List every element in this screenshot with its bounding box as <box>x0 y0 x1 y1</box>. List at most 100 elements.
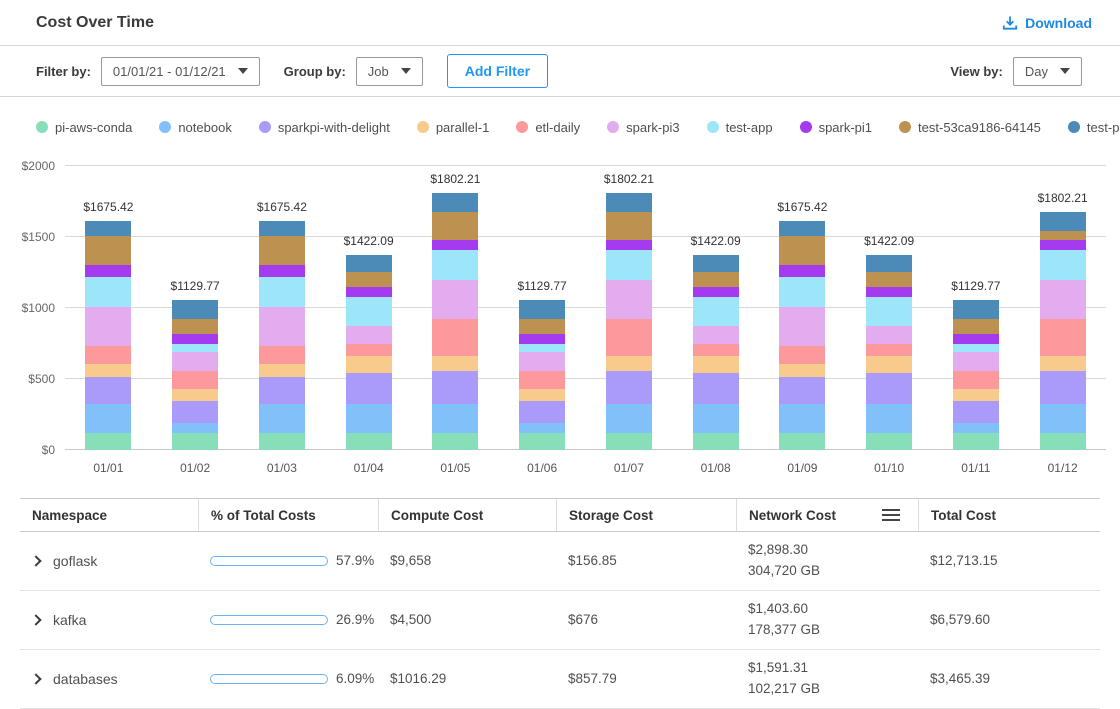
stacked-bar-01/05[interactable] <box>432 193 478 450</box>
bar-segment-test-app <box>172 344 218 352</box>
bar-segment-test-pkix <box>85 221 131 236</box>
bar-segment-test-app <box>1040 250 1086 280</box>
legend-item-pi-aws-conda[interactable]: pi-aws-conda <box>36 120 132 135</box>
bar-segment-test-app <box>432 250 478 280</box>
chevron-right-icon[interactable] <box>30 614 41 625</box>
legend-item-sparkpi-with-delight[interactable]: sparkpi-with-delight <box>259 120 390 135</box>
bar-segment-spark-pi3 <box>606 280 652 319</box>
bar-slot-01/04: $1422.0901/04 <box>325 166 412 450</box>
stacked-bar-01/01[interactable] <box>85 221 131 450</box>
chevron-down-icon <box>401 68 411 74</box>
storage-cost-cell: $857.79 <box>556 663 736 694</box>
chevron-right-icon[interactable] <box>30 555 41 566</box>
stacked-bar-01/09[interactable] <box>779 221 825 450</box>
y-axis-label: $1000 <box>22 301 55 315</box>
compute-cost-cell: $9,658 <box>378 545 556 576</box>
legend-item-label: parallel-1 <box>436 120 489 135</box>
bar-segment-parallel-1 <box>779 364 825 376</box>
bar-segment-sparkpi-with-delight <box>85 377 131 405</box>
bar-segment-spark-pi3 <box>85 307 131 346</box>
date-range-select[interactable]: 01/01/21 - 01/12/21 <box>101 57 260 86</box>
bar-segment-parallel-1 <box>259 364 305 376</box>
bar-segment-parallel-1 <box>432 356 478 371</box>
bar-segment-pi-aws-conda <box>259 433 305 450</box>
stacked-bar-01/11[interactable] <box>953 300 999 450</box>
bar-segment-parallel-1 <box>1040 356 1086 371</box>
bar-segment-spark-pi3 <box>519 352 565 371</box>
bar-segment-test-app <box>606 250 652 280</box>
network-cost-value: $1,403.60 <box>748 599 906 620</box>
stacked-bar-01/06[interactable] <box>519 300 565 450</box>
bar-segment-test-pkix <box>259 221 305 236</box>
group-by-value: Job <box>368 64 389 79</box>
bar-segment-spark-pi1 <box>519 334 565 344</box>
bar-segment-test-app <box>259 277 305 307</box>
stacked-bar-01/08[interactable] <box>693 255 739 450</box>
bar-segment-pi-aws-conda <box>432 433 478 450</box>
y-axis-label: $0 <box>42 443 55 457</box>
date-range-value: 01/01/21 - 01/12/21 <box>113 64 226 79</box>
stacked-bar-01/12[interactable] <box>1040 212 1086 450</box>
legend-item-test-app[interactable]: test-app <box>707 120 773 135</box>
legend-item-parallel-1[interactable]: parallel-1 <box>417 120 489 135</box>
view-by-select[interactable]: Day <box>1013 57 1082 86</box>
bar-segment-test-app <box>346 297 392 325</box>
bar-segment-test-pkix <box>172 300 218 319</box>
bar-segment-sparkpi-with-delight <box>519 401 565 423</box>
bar-segment-sparkpi-with-delight <box>693 373 739 405</box>
percent-value: 26.9% <box>336 612 374 627</box>
bar-segment-test-app <box>519 344 565 352</box>
network-cost-value: $2,898.30 <box>748 540 906 561</box>
x-axis-label: 01/03 <box>267 461 297 475</box>
table-row-kafka[interactable]: kafka26.9%$4,500$676$1,403.60178,377 GB$… <box>20 591 1100 650</box>
legend-item-etl-daily[interactable]: etl-daily <box>516 120 580 135</box>
legend-item-spark-pi1[interactable]: spark-pi1 <box>800 120 872 135</box>
legend-dot-icon <box>800 121 812 133</box>
percent-value: 6.09% <box>336 671 374 686</box>
bar-segment-test-pkix <box>346 255 392 273</box>
bar-slot-01/06: $1129.7701/06 <box>499 166 586 450</box>
bar-value-label: $1422.09 <box>344 234 394 248</box>
stacked-bar-01/03[interactable] <box>259 221 305 450</box>
network-cost-value: $1,591.31 <box>748 658 906 679</box>
y-axis-label: $500 <box>28 372 55 386</box>
total-cost-cell: $12,713.15 <box>918 545 1100 576</box>
legend-item-test-53ca9186-64145[interactable]: test-53ca9186-64145 <box>899 120 1041 135</box>
table-row-databases[interactable]: databases6.09%$1016.29$857.79$1,591.3110… <box>20 650 1100 709</box>
legend-item-notebook[interactable]: notebook <box>159 120 232 135</box>
menu-icon[interactable] <box>882 509 900 521</box>
stacked-bar-01/04[interactable] <box>346 255 392 450</box>
bar-segment-notebook <box>953 423 999 433</box>
bar-slot-01/03: $1675.4201/03 <box>239 166 326 450</box>
x-axis-label: 01/10 <box>874 461 904 475</box>
chevron-right-icon[interactable] <box>30 673 41 684</box>
bar-segment-sparkpi-with-delight <box>953 401 999 423</box>
bar-segment-notebook <box>519 423 565 433</box>
table-row-goflask[interactable]: goflask57.9%$9,658$156.85$2,898.30304,72… <box>20 532 1100 591</box>
bar-segment-notebook <box>346 404 392 432</box>
filter-by-label: Filter by: <box>36 64 91 79</box>
namespace-cell: databases <box>20 663 198 695</box>
bar-segment-spark-pi1 <box>693 287 739 298</box>
bar-segment-notebook <box>432 404 478 432</box>
bar-slot-01/02: $1129.7701/02 <box>152 166 239 450</box>
network-gb-value: 178,377 GB <box>748 620 906 641</box>
stacked-bar-01/07[interactable] <box>606 193 652 450</box>
bar-segment-sparkpi-with-delight <box>606 371 652 405</box>
bar-segment-test-53ca9186-64145 <box>172 319 218 334</box>
cost-over-time-chart: $0$500$1000$1500$2000$1675.4201/01$1129.… <box>16 166 1106 486</box>
download-button[interactable]: Download <box>1002 15 1092 31</box>
view-by-value: Day <box>1025 64 1048 79</box>
group-by-select[interactable]: Job <box>356 57 423 86</box>
stacked-bar-01/10[interactable] <box>866 255 912 450</box>
chevron-down-icon <box>1060 68 1070 74</box>
stacked-bar-01/02[interactable] <box>172 300 218 450</box>
bar-segment-notebook <box>172 423 218 433</box>
namespace-label: kafka <box>53 612 86 628</box>
legend-item-spark-pi3[interactable]: spark-pi3 <box>607 120 679 135</box>
network-gb-value: 102,217 GB <box>748 679 906 700</box>
legend-item-test-pkix[interactable]: test-pkix <box>1068 120 1120 135</box>
bar-segment-test-53ca9186-64145 <box>606 212 652 240</box>
x-axis-label: 01/04 <box>354 461 384 475</box>
add-filter-button[interactable]: Add Filter <box>447 54 548 88</box>
